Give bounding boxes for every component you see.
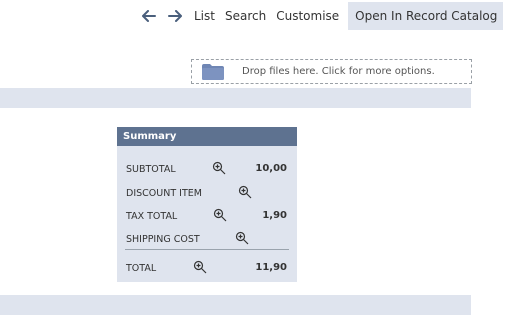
record-toolbar: List Search Customise Open In Record Cat… xyxy=(136,2,504,30)
tax-value: 1,90 xyxy=(262,210,287,221)
open-in-record-catalog-button[interactable]: Open In Record Catalog xyxy=(348,2,504,30)
section-band xyxy=(0,295,471,315)
section-band xyxy=(0,88,471,108)
summary-row-total: TOTAL 11,90 xyxy=(117,258,297,278)
zoom-in-icon[interactable] xyxy=(212,161,226,175)
subtotal-value: 10,00 xyxy=(255,163,287,174)
customise-link[interactable]: Customise xyxy=(276,9,339,23)
search-link[interactable]: Search xyxy=(225,9,266,23)
tax-label: TAX TOTAL xyxy=(126,211,178,222)
folder-icon xyxy=(202,64,224,80)
summary-title: Summary xyxy=(117,127,297,146)
shipping-label: SHIPPING COST xyxy=(126,234,200,245)
total-value: 11,90 xyxy=(255,262,287,273)
zoom-in-icon[interactable] xyxy=(213,208,227,222)
arrow-right-icon[interactable] xyxy=(162,2,188,30)
summary-panel: Summary SUBTOTAL 10,00 DISCOUNT ITEM TAX… xyxy=(117,127,297,282)
zoom-in-icon[interactable] xyxy=(235,231,249,245)
summary-row-shipping: SHIPPING COST xyxy=(117,229,297,249)
list-link[interactable]: List xyxy=(194,9,215,23)
arrow-left-icon[interactable] xyxy=(136,2,162,30)
zoom-in-icon[interactable] xyxy=(193,260,207,274)
record-page: List Search Customise Open In Record Cat… xyxy=(0,0,512,320)
drop-zone-text: Drop files here. Click for more options. xyxy=(242,66,435,77)
zoom-in-icon[interactable] xyxy=(238,185,252,199)
subtotal-label: SUBTOTAL xyxy=(126,164,176,175)
summary-divider xyxy=(125,249,289,250)
summary-row-tax: TAX TOTAL 1,90 xyxy=(117,206,297,226)
total-label: TOTAL xyxy=(126,263,157,274)
summary-row-subtotal: SUBTOTAL 10,00 xyxy=(117,159,297,179)
discount-label: DISCOUNT ITEM xyxy=(126,188,202,199)
file-drop-zone[interactable]: Drop files here. Click for more options. xyxy=(191,59,472,84)
summary-row-discount: DISCOUNT ITEM xyxy=(117,183,297,203)
